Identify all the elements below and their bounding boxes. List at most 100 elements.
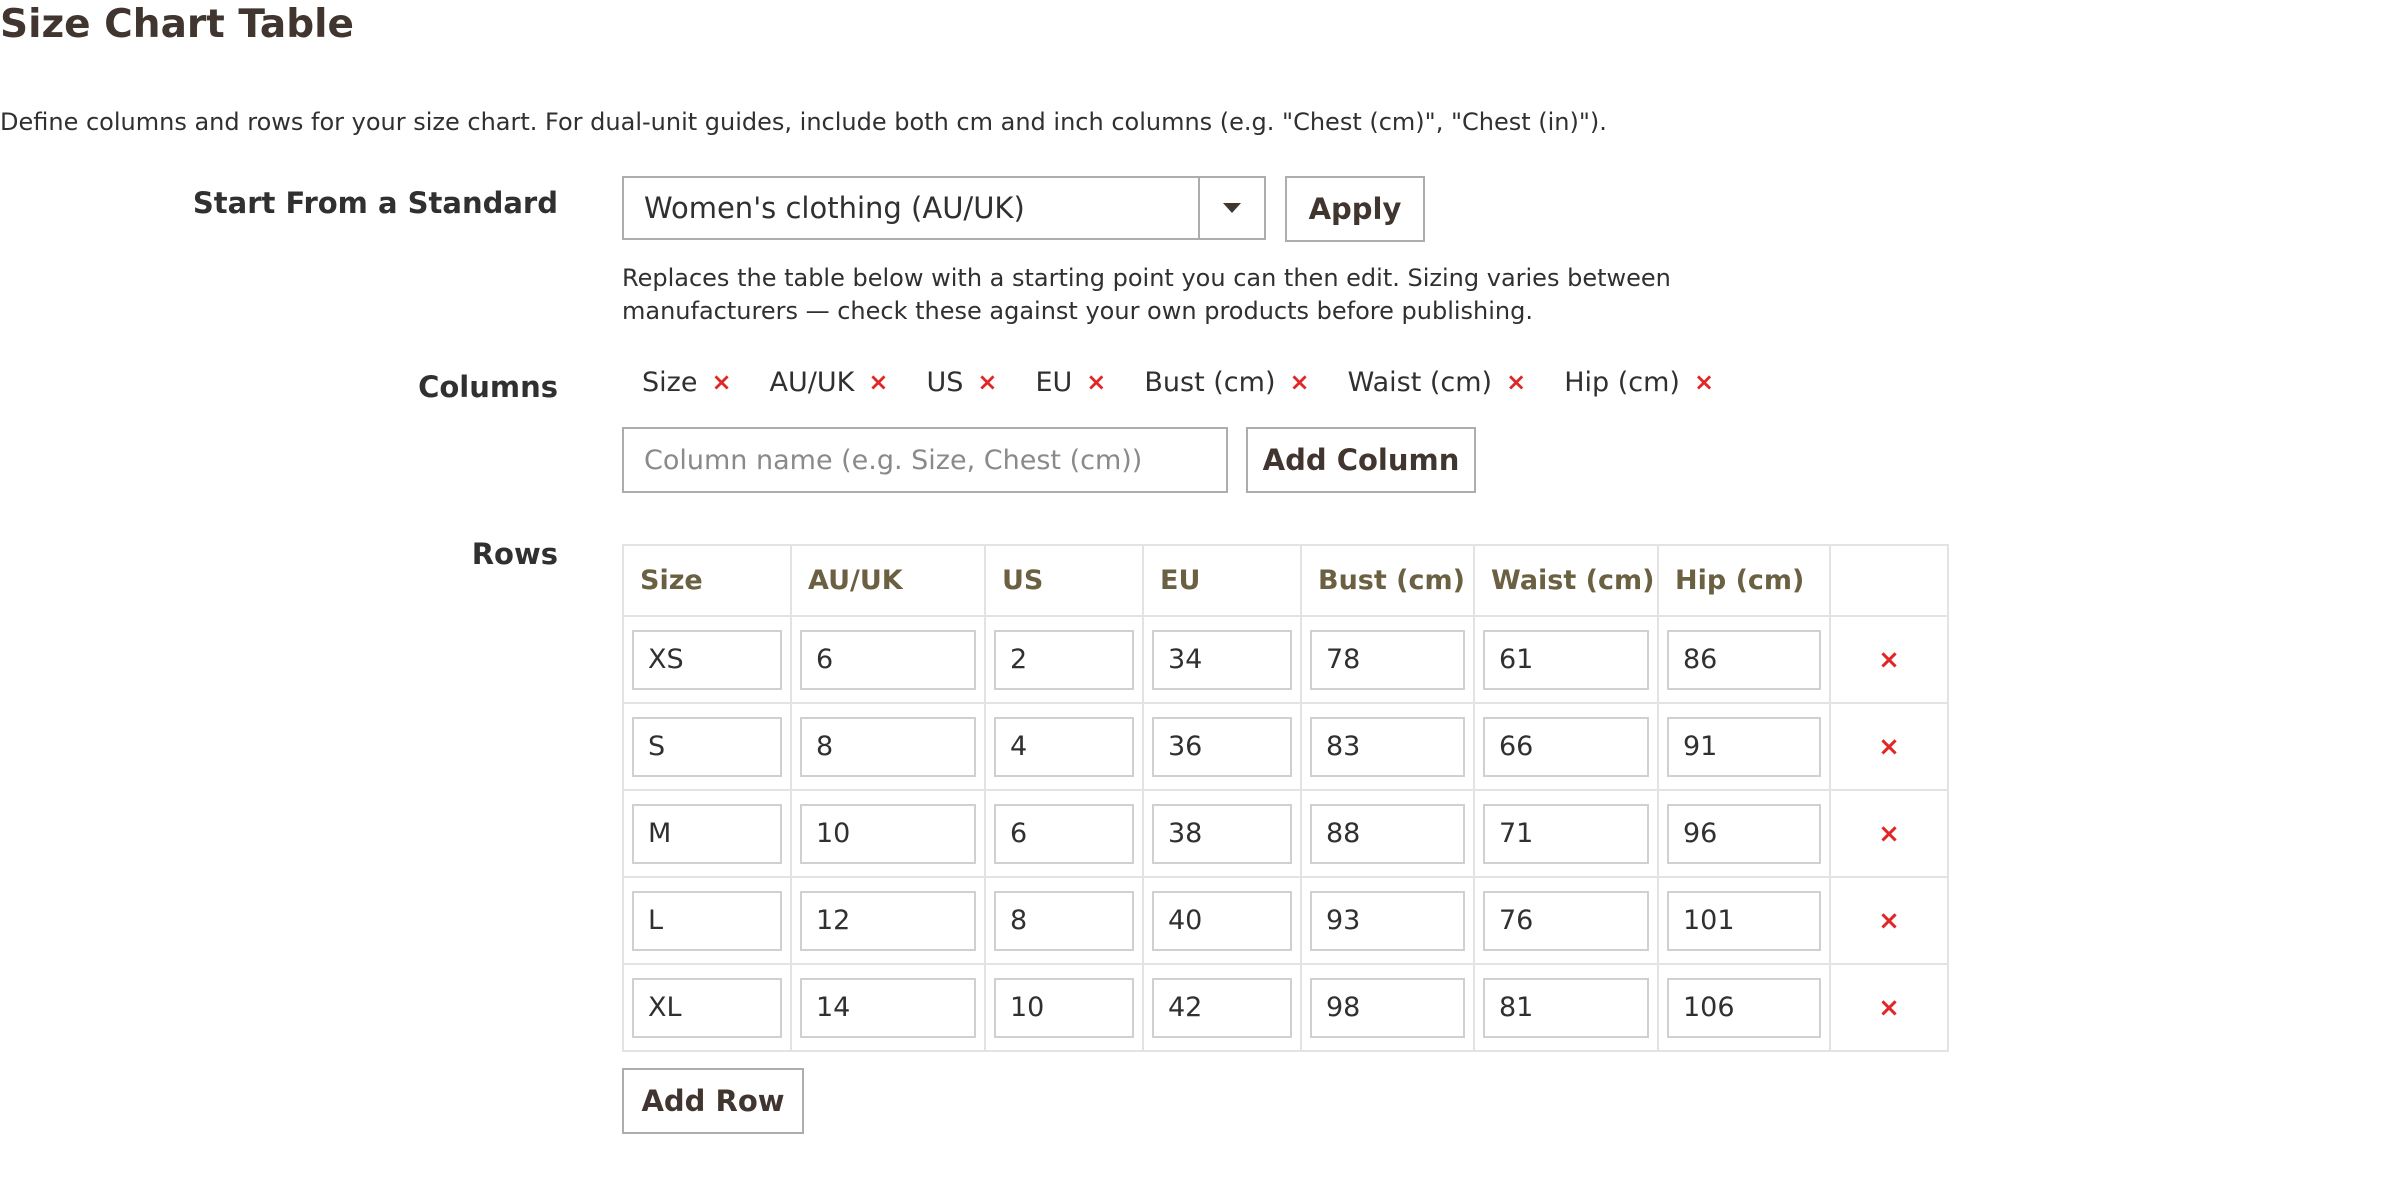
cell-input[interactable] [994, 890, 1134, 951]
cell-input[interactable] [994, 716, 1134, 777]
cell-input[interactable] [1483, 716, 1649, 777]
table-cell [1142, 963, 1302, 1052]
row-actions-cell: × [1829, 876, 1949, 965]
table-cell [790, 876, 986, 965]
table-cell [622, 615, 792, 704]
table-cell [1142, 789, 1302, 878]
apply-button[interactable]: Apply [1285, 176, 1425, 242]
cell-input[interactable] [1152, 890, 1292, 951]
cell-input[interactable] [1310, 890, 1465, 951]
chevron-down-icon [1223, 203, 1241, 213]
cell-input[interactable] [1483, 977, 1649, 1038]
remove-row-icon[interactable]: × [1878, 645, 1900, 675]
cell-input[interactable] [1310, 977, 1465, 1038]
column-header: EU [1142, 544, 1302, 617]
page-title: Size Chart Table [0, 2, 354, 47]
rows-table: Size AU/UK US EU Bust (cm) Waist (cm) Hip (cm)… [622, 544, 1949, 1052]
add-row-button[interactable]: Add Row [622, 1068, 804, 1134]
table-cell [1657, 789, 1831, 878]
cell-input[interactable] [1152, 629, 1292, 690]
cell-input[interactable] [1152, 977, 1292, 1038]
table-cell [984, 876, 1144, 965]
cell-input[interactable] [632, 890, 782, 951]
cell-input[interactable] [1667, 629, 1821, 690]
column-header: Bust (cm) [1300, 544, 1475, 617]
cell-input[interactable] [632, 716, 782, 777]
table-row: × [622, 789, 1949, 878]
cell-input[interactable] [1483, 803, 1649, 864]
remove-row-icon[interactable]: × [1878, 993, 1900, 1023]
standard-note: Replaces the table below with a starting… [622, 264, 1671, 325]
cell-input[interactable] [632, 629, 782, 690]
table-cell [622, 789, 792, 878]
table-cell [1473, 963, 1659, 1052]
columns-label: Columns [418, 370, 558, 404]
table-cell [1473, 876, 1659, 965]
select-arrow-button[interactable] [1198, 178, 1264, 238]
cell-input[interactable] [1667, 890, 1821, 951]
table-cell [1300, 789, 1475, 878]
column-chip: AU/UK × [770, 367, 889, 398]
remove-column-icon[interactable]: × [711, 368, 731, 396]
cell-input[interactable] [994, 977, 1134, 1038]
row-actions-cell: × [1829, 615, 1949, 704]
cell-input[interactable] [1310, 716, 1465, 777]
cell-input[interactable] [1310, 803, 1465, 864]
table-cell [1142, 876, 1302, 965]
remove-column-icon[interactable]: × [1506, 368, 1526, 396]
table-cell [984, 963, 1144, 1052]
cell-input[interactable] [1667, 716, 1821, 777]
table-cell [1300, 876, 1475, 965]
table-cell [1300, 963, 1475, 1052]
row-actions-cell: × [1829, 963, 1949, 1052]
column-header: Size [622, 544, 792, 617]
column-name-input[interactable] [622, 427, 1228, 493]
column-chip-label: Bust (cm) [1144, 366, 1276, 398]
cell-input[interactable] [632, 803, 782, 864]
column-header: Hip (cm) [1657, 544, 1831, 617]
cell-input[interactable] [1483, 629, 1649, 690]
cell-input[interactable] [994, 629, 1134, 690]
cell-input[interactable] [994, 803, 1134, 864]
column-header: AU/UK [790, 544, 986, 617]
remove-row-icon[interactable]: × [1878, 819, 1900, 849]
remove-row-icon[interactable]: × [1878, 732, 1900, 762]
table-cell [622, 702, 792, 791]
remove-column-icon[interactable]: × [977, 368, 997, 396]
cell-input[interactable] [800, 716, 976, 777]
cell-input[interactable] [1310, 629, 1465, 690]
column-chip-label: Size [642, 366, 698, 398]
cell-input[interactable] [800, 803, 976, 864]
column-header: US [984, 544, 1144, 617]
cell-input[interactable] [1152, 716, 1292, 777]
cell-input[interactable] [1152, 803, 1292, 864]
table-cell [790, 615, 986, 704]
actions-header [1829, 544, 1949, 617]
column-chip-label: Hip (cm) [1564, 366, 1680, 398]
cell-input[interactable] [1667, 977, 1821, 1038]
table-cell [1657, 615, 1831, 704]
cell-input[interactable] [1483, 890, 1649, 951]
standard-select-value: Women's clothing (AU/UK) [644, 191, 1025, 225]
table-cell [1142, 702, 1302, 791]
table-cell [1473, 702, 1659, 791]
cell-input[interactable] [800, 890, 976, 951]
add-column-button[interactable]: Add Column [1246, 427, 1476, 493]
cell-input[interactable] [632, 977, 782, 1038]
column-chip-list: Size × AU/UK × US × EU × Bust (cm) × Waist (cm) × Hi… [622, 360, 1714, 404]
column-chip: Waist (cm) × [1348, 367, 1527, 398]
table-cell [1473, 615, 1659, 704]
remove-column-icon[interactable]: × [1086, 368, 1106, 396]
remove-column-icon[interactable]: × [868, 368, 888, 396]
table-cell [1657, 876, 1831, 965]
cell-input[interactable] [800, 977, 976, 1038]
table-row: × [622, 615, 1949, 704]
table-cell [622, 876, 792, 965]
cell-input[interactable] [1667, 803, 1821, 864]
remove-column-icon[interactable]: × [1694, 368, 1714, 396]
remove-column-icon[interactable]: × [1290, 368, 1310, 396]
cell-input[interactable] [800, 629, 976, 690]
table-cell [790, 963, 986, 1052]
remove-row-icon[interactable]: × [1878, 906, 1900, 936]
standard-select[interactable]: Women's clothing (AU/UK) [622, 176, 1266, 240]
